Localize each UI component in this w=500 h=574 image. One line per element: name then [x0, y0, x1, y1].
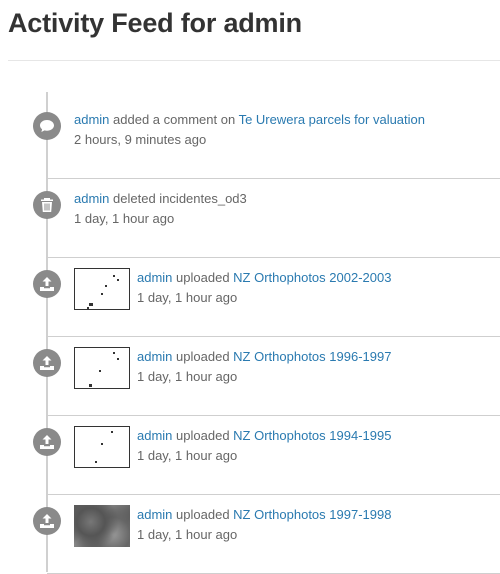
layer-thumbnail[interactable]	[74, 426, 130, 468]
layer-thumbnail[interactable]	[74, 505, 130, 547]
actor-link[interactable]: admin	[137, 270, 172, 285]
layer-thumbnail[interactable]	[74, 268, 130, 310]
target-link[interactable]: Te Urewera parcels for valuation	[239, 112, 425, 127]
timestamp: 2 hours, 9 minutes ago	[74, 132, 207, 147]
action-text: uploaded	[176, 270, 230, 285]
actor-link[interactable]: admin	[74, 191, 109, 206]
upload-icon	[33, 270, 61, 298]
timestamp: 1 day, 1 hour ago	[137, 290, 238, 305]
actor-link[interactable]: admin	[74, 112, 109, 127]
action-text: added a comment on	[113, 112, 236, 127]
upload-icon	[33, 349, 61, 377]
upload-icon	[33, 428, 61, 456]
layer-thumbnail[interactable]	[74, 347, 130, 389]
timestamp: 1 day, 1 hour ago	[137, 448, 238, 463]
activity-feed: admin added a comment on Te Urewera parc…	[0, 100, 500, 574]
target-link[interactable]: NZ Orthophotos 1996-1997	[233, 349, 391, 364]
actor-link[interactable]: admin	[137, 507, 172, 522]
target-link[interactable]: NZ Orthophotos 1997-1998	[233, 507, 391, 522]
activity-item: admin uploaded NZ Orthophotos 1996-1997 …	[33, 337, 500, 416]
action-text: uploaded	[176, 349, 230, 364]
action-text: uploaded	[176, 507, 230, 522]
timestamp: 1 day, 1 hour ago	[137, 527, 238, 542]
page-title: Activity Feed for admin	[8, 8, 302, 38]
upload-icon	[33, 507, 61, 535]
timestamp: 1 day, 1 hour ago	[74, 211, 175, 226]
action-text: uploaded	[176, 428, 230, 443]
actor-link[interactable]: admin	[137, 428, 172, 443]
activity-item: admin deleted incidentes_od3 1 day, 1 ho…	[33, 179, 500, 258]
title-divider	[8, 60, 500, 61]
activity-item: admin uploaded NZ Orthophotos 1994-1995 …	[33, 416, 500, 495]
timestamp: 1 day, 1 hour ago	[137, 369, 238, 384]
activity-item: admin uploaded NZ Orthophotos 1997-1998 …	[33, 495, 500, 574]
activity-item: admin added a comment on Te Urewera parc…	[33, 100, 500, 179]
activity-item: admin uploaded NZ Orthophotos 2002-2003 …	[33, 258, 500, 337]
target-link[interactable]: NZ Orthophotos 1994-1995	[233, 428, 391, 443]
comment-icon	[33, 112, 61, 140]
target-link[interactable]: NZ Orthophotos 2002-2003	[233, 270, 391, 285]
action-text: deleted incidentes_od3	[113, 191, 247, 206]
actor-link[interactable]: admin	[137, 349, 172, 364]
trash-icon	[33, 191, 61, 219]
